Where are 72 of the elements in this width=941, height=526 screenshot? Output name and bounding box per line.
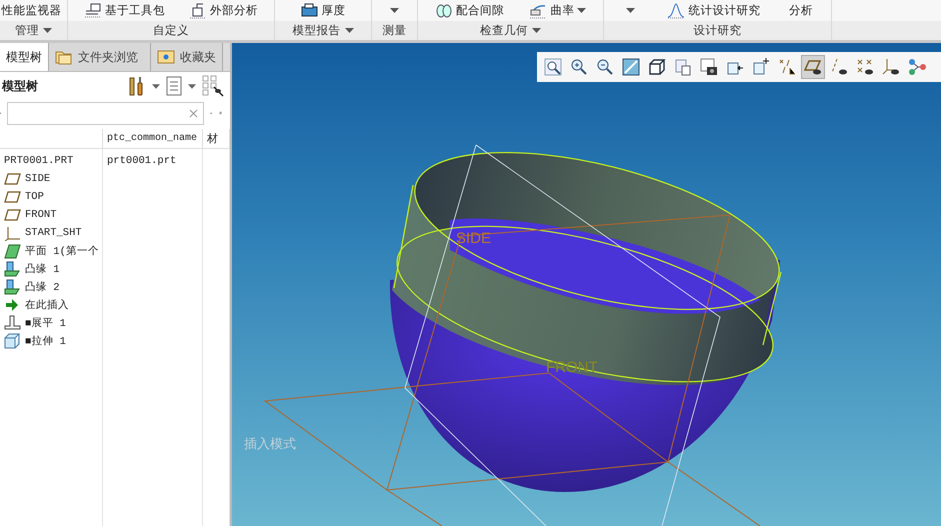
- zoom-out-icon: [596, 58, 614, 76]
- mode-label: 插入模式: [244, 436, 296, 453]
- datum-filter-icon: [778, 58, 796, 76]
- tree-item[interactable]: TOP: [25, 191, 44, 203]
- toolkit-icon: [84, 2, 102, 18]
- ribbon-button[interactable]: 统计设计研究: [667, 2, 760, 18]
- zoom-in-icon: [570, 58, 588, 76]
- caret-icon: [532, 28, 541, 33]
- ribbon-button[interactable]: 分析: [788, 3, 813, 18]
- panel-tab[interactable]: 收藏夹: [151, 43, 223, 71]
- repaint-icon: [622, 58, 640, 76]
- panel-tab[interactable]: 文件夹浏览: [49, 43, 151, 71]
- refit-icon: [544, 58, 562, 76]
- flange-icon: [4, 261, 21, 277]
- unbend-icon: [4, 315, 21, 331]
- clear-icon[interactable]: [189, 108, 198, 118]
- ribbon-button[interactable]: 配合间隙: [434, 2, 504, 18]
- cube-icon: [648, 58, 666, 76]
- cube-plus-icon: [752, 58, 770, 76]
- folder-icon: [55, 49, 73, 65]
- plane-icon: [4, 209, 21, 221]
- axis-display-icon: [830, 58, 848, 76]
- cube-icon: [4, 333, 21, 349]
- ribbon-button[interactable]: 基于工具包: [84, 2, 165, 18]
- plane-display-icon: [804, 58, 822, 76]
- search-field[interactable]: [7, 102, 204, 124]
- panel-tab[interactable]: 模型树: [0, 43, 49, 71]
- thickness-icon: [300, 2, 318, 18]
- caret-icon: [43, 28, 52, 33]
- plane-icon: [4, 191, 21, 203]
- bell-curve-icon: [667, 2, 686, 18]
- tree-item[interactable]: 凸缘 2: [25, 280, 60, 294]
- spin-center-icon: [908, 58, 926, 76]
- rings-icon: [434, 2, 453, 18]
- table-cell: prt0001.prt: [107, 155, 176, 167]
- tree-item[interactable]: FRONT: [25, 209, 57, 221]
- list-icon[interactable]: [166, 76, 182, 96]
- curve-icon: [529, 2, 548, 18]
- caret-icon[interactable]: [626, 8, 636, 13]
- arrow-icon: [4, 299, 21, 311]
- view-tool-button[interactable]: [801, 55, 825, 79]
- views-icon: [674, 58, 692, 76]
- caret-icon[interactable]: [152, 84, 160, 88]
- csys-display-icon: [882, 58, 900, 76]
- point-display-icon: [856, 58, 874, 76]
- tree-item[interactable]: ■展平 1: [25, 316, 66, 330]
- flange-icon: [4, 279, 21, 295]
- tree-item[interactable]: 凸缘 1: [25, 262, 60, 276]
- column-header[interactable]: 材: [207, 131, 218, 146]
- tree-item[interactable]: 在此插入: [25, 298, 69, 312]
- ribbon-button[interactable]: 外部分析: [189, 2, 258, 18]
- ribbon-button[interactable]: 性能监视器: [2, 3, 62, 18]
- tree-item[interactable]: SIDE: [25, 173, 50, 185]
- wall-icon: [4, 244, 21, 258]
- tree-item[interactable]: PRT0001.PRT: [4, 155, 74, 167]
- plane-icon: [4, 173, 21, 185]
- ribbon-button[interactable]: 厚度: [300, 2, 346, 18]
- caret-icon[interactable]: [390, 8, 399, 13]
- box-icon: [189, 2, 207, 18]
- caret-icon: [344, 28, 354, 33]
- column-header[interactable]: ptc_common_name: [107, 133, 198, 144]
- panel-title: 模型树: [2, 78, 38, 94]
- tree-item[interactable]: 平面 1(第一个: [25, 244, 99, 258]
- axes-icon: [4, 226, 21, 240]
- ribbon-button[interactable]: 曲率: [529, 2, 586, 18]
- camera-icon: [700, 58, 718, 76]
- caret-icon[interactable]: [188, 84, 196, 88]
- columns-icon[interactable]: [202, 75, 224, 97]
- star-folder-icon: [157, 50, 175, 64]
- tree-item[interactable]: ■拉伸 1: [25, 334, 66, 348]
- caret-icon: [577, 8, 586, 13]
- tree-item[interactable]: START_SHT: [25, 227, 82, 239]
